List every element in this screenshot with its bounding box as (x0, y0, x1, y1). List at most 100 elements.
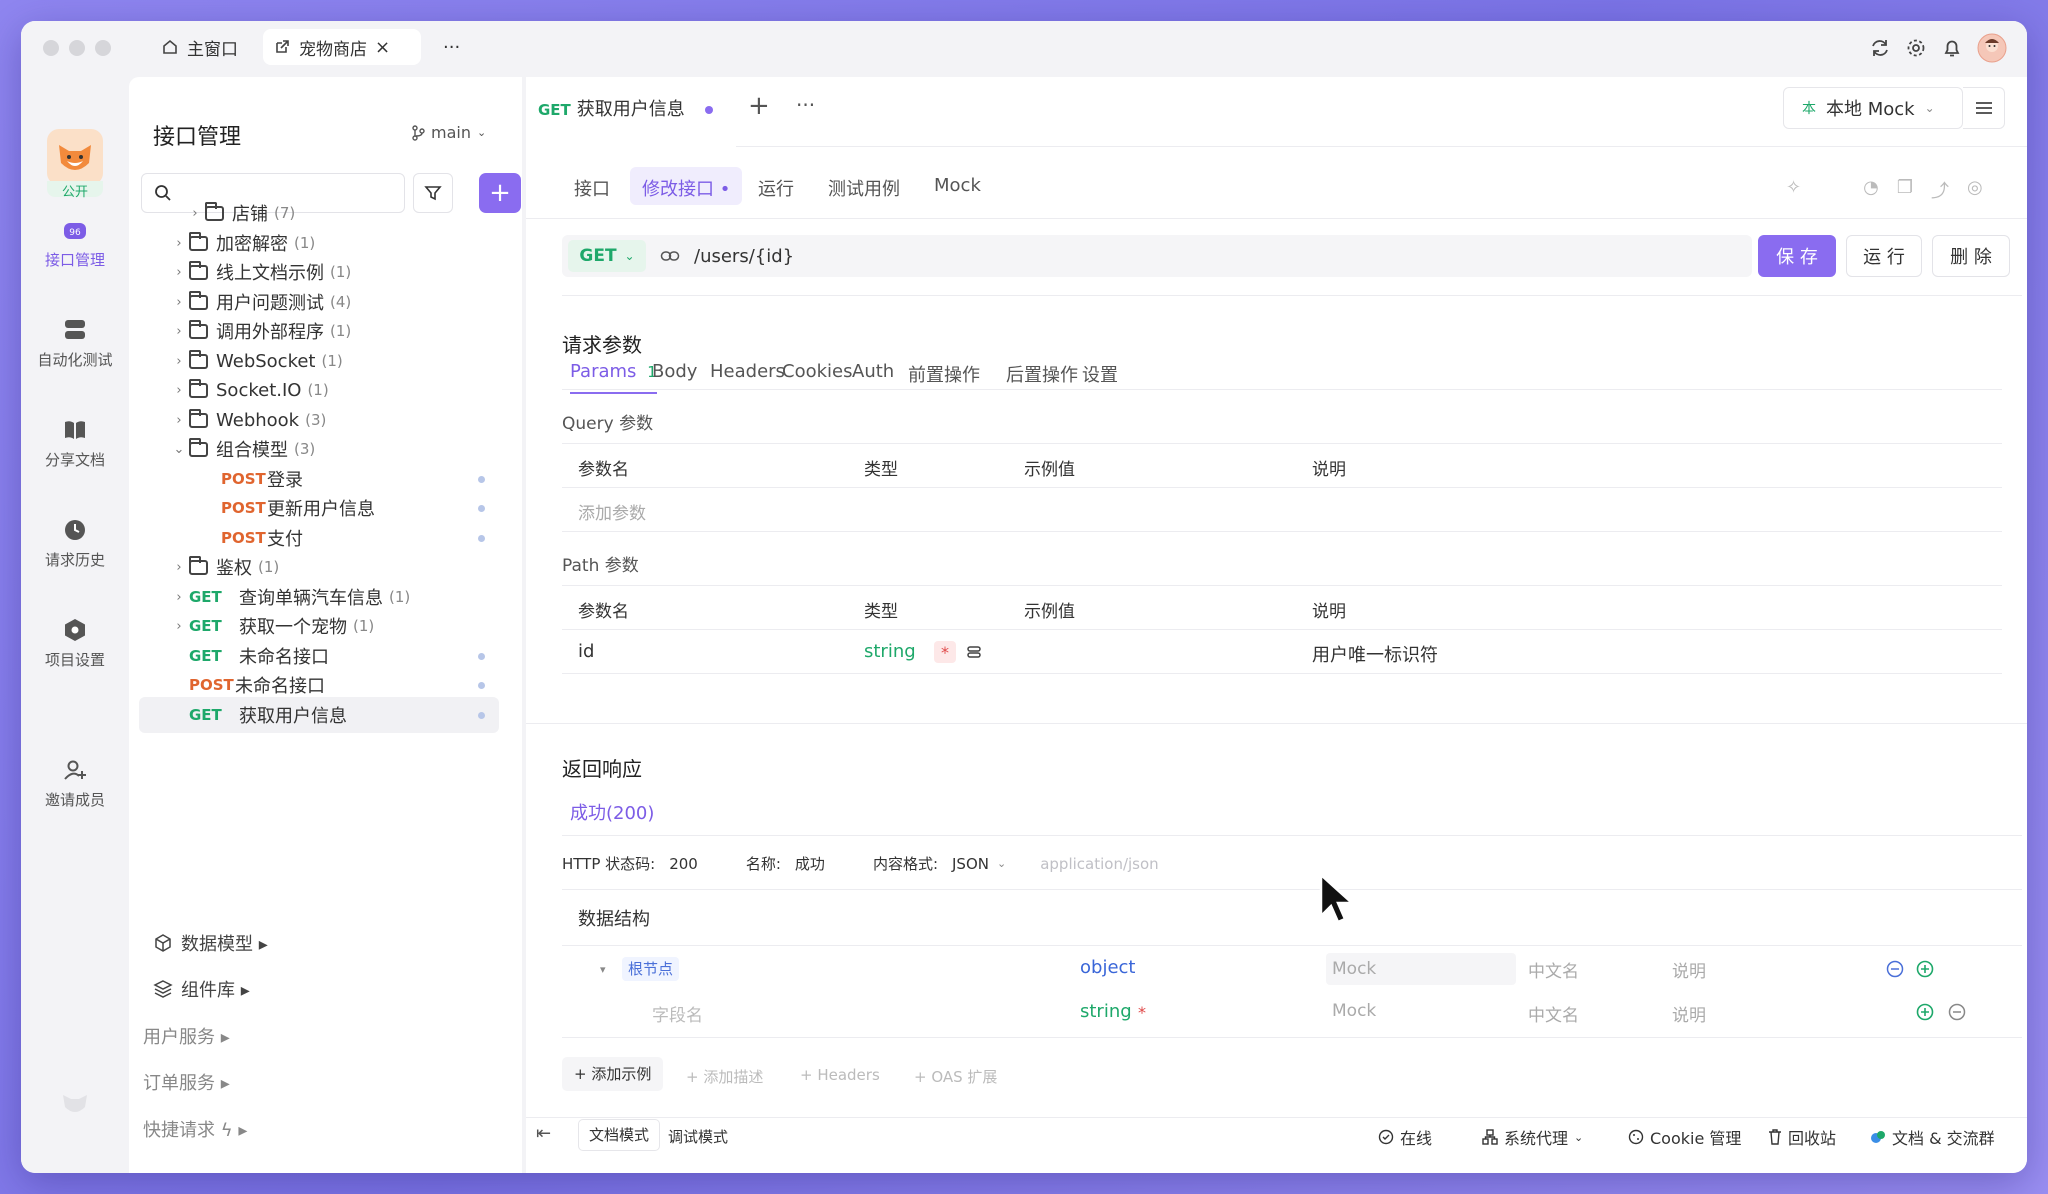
field-type[interactable]: string (1080, 1001, 1132, 1022)
rail-item-shared-docs[interactable]: 分享文档 (21, 417, 129, 470)
doc-mode-button[interactable]: 文档模式 (578, 1119, 661, 1151)
rail-item-api-management[interactable]: 96 接口管理 (21, 217, 129, 270)
chevron-right-icon[interactable]: › (185, 206, 205, 221)
request-tab-后置操作[interactable]: 后置操作 (1006, 361, 1078, 387)
docs-community-button[interactable]: 文档 & 交流群 (1870, 1125, 1995, 1149)
recycle-bin-button[interactable]: 回收站 (1768, 1125, 1836, 1149)
chevron-right-icon[interactable]: › (169, 590, 189, 605)
field-name-input[interactable]: 字段名 (652, 1001, 703, 1026)
chevron-right-icon[interactable]: › (169, 383, 189, 398)
new-tab-button[interactable]: + (748, 91, 770, 121)
refresh-icon[interactable] (1869, 37, 1891, 59)
close-window-button[interactable] (43, 40, 59, 56)
online-status[interactable]: 在线 (1378, 1125, 1432, 1149)
subtab-edit-api[interactable]: 修改接口 • (630, 167, 743, 205)
chevron-right-icon[interactable]: › (169, 560, 189, 575)
more-doc-tabs-button[interactable]: ··· (796, 93, 815, 117)
section-user-service[interactable]: 用户服务 ▸ (143, 1023, 230, 1049)
response-name[interactable]: 成功 (795, 853, 825, 874)
tab-pet-store[interactable]: 宠物商店 × (263, 29, 421, 65)
collapse-sidebar-icon[interactable]: ⇤ (536, 1123, 551, 1144)
chevron-right-icon[interactable]: › (169, 295, 189, 310)
request-tab-auth[interactable]: Auth (852, 361, 894, 382)
system-proxy-selector[interactable]: 系统代理 ⌄ (1482, 1125, 1583, 1149)
tree-api-item[interactable]: GET 获取用户信息 (139, 697, 499, 733)
close-tab-icon[interactable]: × (375, 37, 390, 58)
collapse-arrow-icon[interactable]: ▾ (600, 963, 606, 976)
path-param-name[interactable]: id (578, 641, 594, 662)
section-component-library[interactable]: 组件库 ▸ (153, 976, 250, 1002)
history-icon[interactable]: ◔ (1863, 177, 1879, 203)
add-oas-extension-button[interactable]: + OAS 扩展 (914, 1066, 997, 1087)
run-button[interactable]: 运 行 (1846, 235, 1922, 277)
copy-icon[interactable]: ❐ (1897, 177, 1913, 203)
add-sibling-icon[interactable] (1916, 1003, 1934, 1021)
chevron-right-icon[interactable]: › (169, 354, 189, 369)
collapse-all-icon[interactable] (1886, 960, 1904, 978)
advanced-settings-icon[interactable] (966, 644, 982, 660)
project-logo[interactable] (47, 129, 103, 185)
gear-icon[interactable] (1905, 37, 1927, 59)
environment-selector[interactable]: 本 本地 Mock ⌄ (1783, 87, 1963, 129)
user-avatar[interactable] (1977, 33, 2007, 63)
response-tab-success[interactable]: 成功(200) (570, 799, 654, 825)
add-param-input[interactable]: 添加参数 (578, 499, 646, 524)
add-description-button[interactable]: + 添加描述 (686, 1066, 763, 1087)
minimize-window-button[interactable] (69, 40, 85, 56)
status-code[interactable]: 200 (669, 855, 698, 873)
subtab-run[interactable]: 运行 (758, 175, 794, 201)
rail-item-request-history[interactable]: 请求历史 (21, 517, 129, 570)
root-description-input[interactable]: 说明 (1672, 957, 1706, 982)
url-path-input[interactable]: /users/{id} (694, 246, 794, 267)
subtab-test-cases[interactable]: 测试用例 (828, 175, 900, 201)
field-cn-name-input[interactable]: 中文名 (1528, 1001, 1579, 1026)
section-quick-request[interactable]: 快捷请求 ϟ ▸ (143, 1116, 247, 1142)
menu-button[interactable] (1963, 87, 2005, 129)
root-mock-input[interactable]: Mock (1326, 953, 1516, 985)
sparkle-icon[interactable]: ✧ (1786, 177, 1801, 203)
settings-icon[interactable]: ◎ (1967, 177, 1983, 203)
cookie-manager-button[interactable]: Cookie 管理 (1628, 1125, 1741, 1149)
delete-button[interactable]: 删 除 (1932, 235, 2010, 277)
field-required-marker[interactable]: * (1138, 1003, 1146, 1022)
subtab-mock[interactable]: Mock (934, 175, 981, 196)
rail-item-automation-test[interactable]: 自动化测试 (21, 317, 129, 370)
root-node-label[interactable]: 根节点 (622, 957, 680, 981)
field-mock-input[interactable]: Mock (1332, 1001, 1376, 1021)
more-tabs-button[interactable]: ··· (433, 29, 470, 65)
request-tab-headers[interactable]: Headers (710, 361, 785, 382)
chevron-right-icon[interactable]: › (169, 413, 189, 428)
chevron-right-icon[interactable]: › (169, 619, 189, 634)
debug-mode-button[interactable]: 调试模式 (668, 1126, 728, 1147)
bell-icon[interactable] (1941, 37, 1963, 59)
root-cn-name-input[interactable]: 中文名 (1528, 957, 1579, 982)
rail-item-project-settings[interactable]: 项目设置 (21, 617, 129, 670)
root-type[interactable]: object (1080, 957, 1135, 978)
chevron-down-icon[interactable]: ⌄ (169, 442, 189, 457)
required-marker[interactable]: * (934, 641, 956, 663)
path-param-type[interactable]: string (864, 641, 916, 662)
chevron-right-icon[interactable]: › (169, 236, 189, 251)
path-param-description[interactable]: 用户唯一标识符 (1312, 641, 1438, 667)
tab-main-window[interactable]: 主窗口 (151, 29, 248, 65)
request-tab-前置操作[interactable]: 前置操作 (908, 361, 980, 387)
request-tab-body[interactable]: Body (652, 361, 697, 382)
section-order-service[interactable]: 订单服务 ▸ (143, 1069, 230, 1095)
rail-item-invite-members[interactable]: 邀请成员 (21, 757, 129, 810)
add-example-button[interactable]: + 添加示例 (562, 1057, 664, 1091)
section-data-models[interactable]: 数据模型 ▸ (153, 930, 268, 956)
doc-tab-get-user-info[interactable]: GET 获取用户信息 (526, 97, 736, 147)
request-tab-设置[interactable]: 设置 (1082, 361, 1118, 387)
add-headers-button[interactable]: + Headers (800, 1066, 880, 1084)
chevron-right-icon[interactable]: › (169, 324, 189, 339)
chevron-right-icon[interactable]: › (169, 265, 189, 280)
method-selector[interactable]: GET ⌄ (568, 240, 646, 272)
save-button[interactable]: 保 存 (1758, 235, 1836, 277)
add-child-icon[interactable] (1916, 960, 1934, 978)
subtab-api[interactable]: 接口 (574, 175, 610, 201)
content-format-select[interactable]: JSON (952, 855, 989, 873)
field-description-input[interactable]: 说明 (1672, 1001, 1706, 1026)
share-icon[interactable]: ⤴ (1931, 177, 1949, 203)
request-tab-cookies[interactable]: Cookies (782, 361, 852, 382)
remove-field-icon[interactable] (1948, 1003, 1966, 1021)
